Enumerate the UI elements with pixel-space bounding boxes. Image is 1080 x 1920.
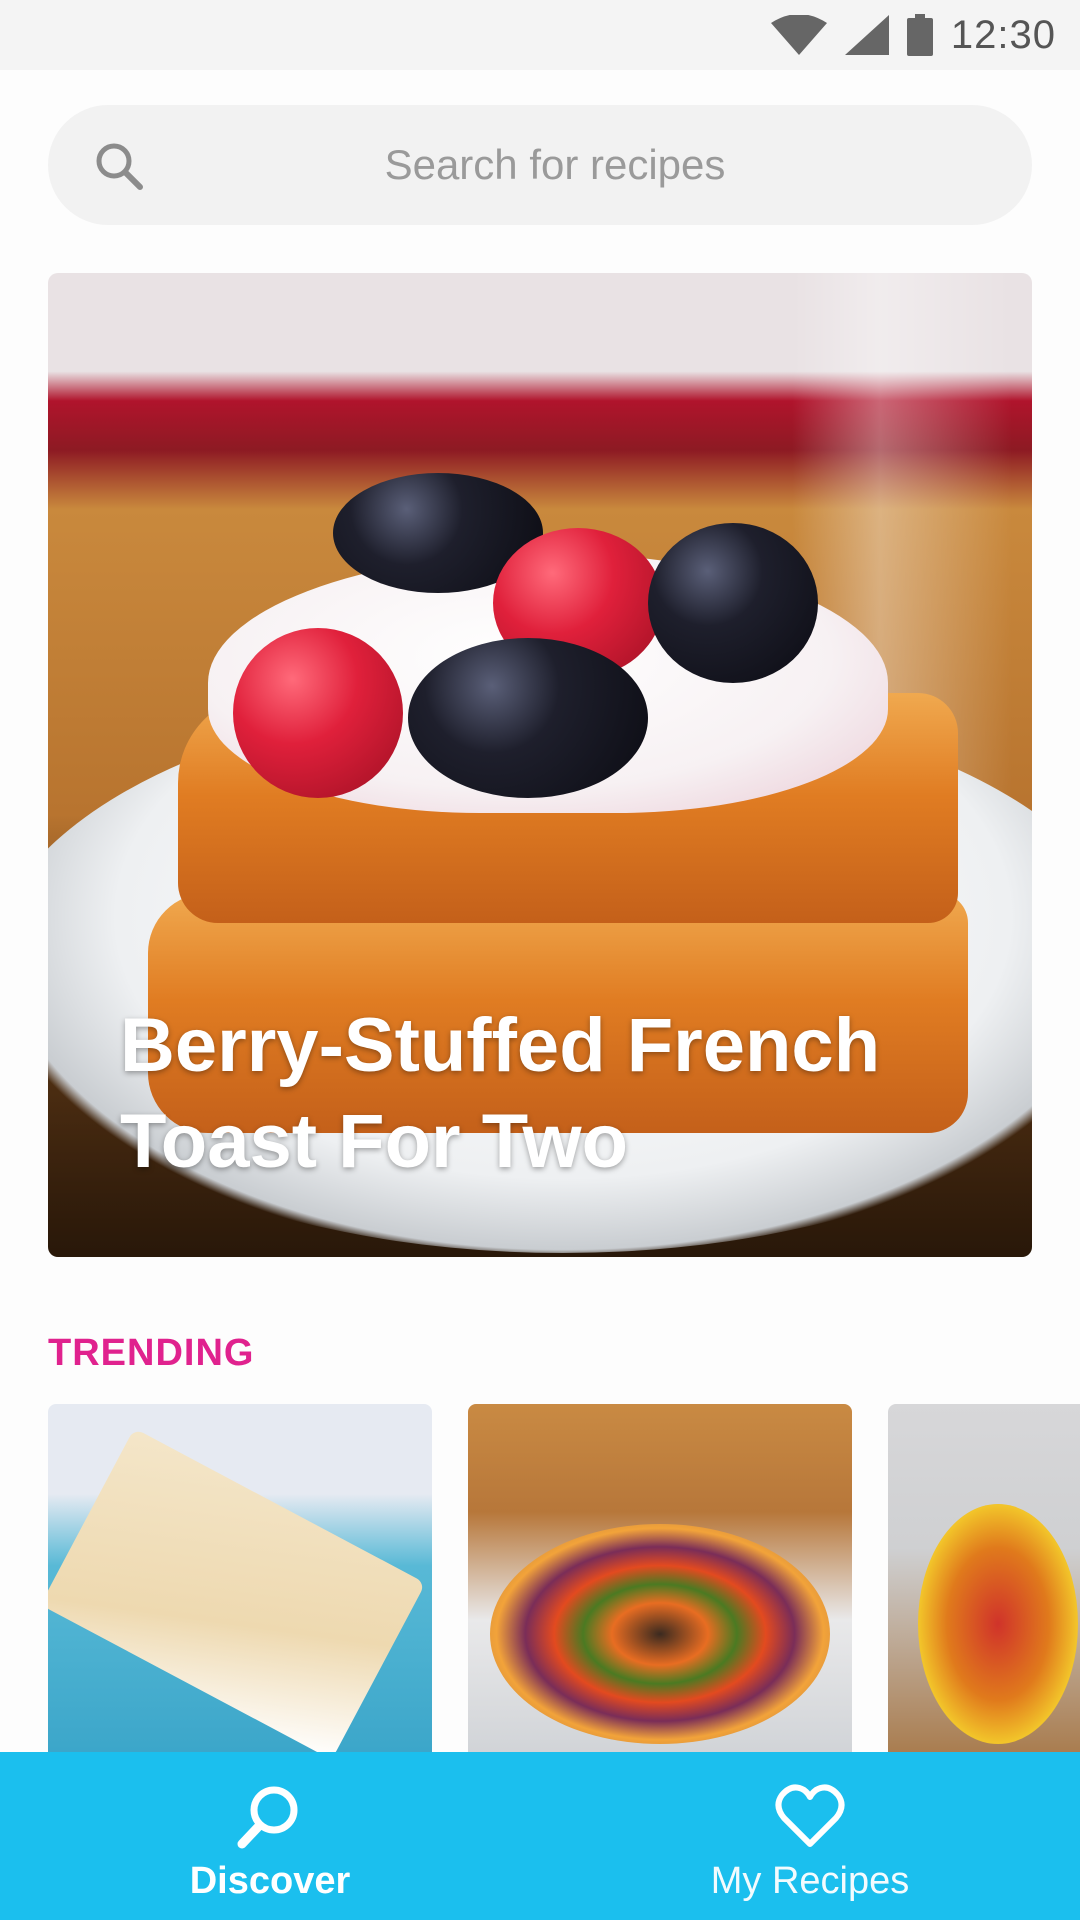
nav-discover-label: Discover — [189, 1860, 351, 1902]
blackberry-image-part — [648, 523, 818, 683]
discover-screen: 12:30 Search for recipes Berry-Stuffed F… — [0, 0, 1080, 1920]
featured-recipe-title: Berry-Stuffed French Toast For Two — [120, 1003, 881, 1184]
nav-discover[interactable]: Discover — [0, 1752, 540, 1920]
funfetti-cake-image[interactable] — [48, 1404, 432, 1764]
nav-my-recipes-label: My Recipes — [710, 1860, 910, 1902]
vegetable-tart-image[interactable] — [468, 1404, 852, 1764]
tart-image-part — [490, 1524, 830, 1744]
battery-icon — [906, 14, 933, 56]
heart-icon — [774, 1780, 846, 1852]
pineapple-boat-image[interactable] — [888, 1404, 1080, 1764]
cellular-signal-icon — [844, 15, 889, 55]
blackberry-image-part — [408, 638, 648, 798]
status-time: 12:30 — [950, 12, 1056, 57]
bottom-navigation: Discover My Recipes — [0, 1752, 1080, 1920]
trending-carousel[interactable] — [48, 1404, 1080, 1764]
search-placeholder[interactable]: Search for recipes — [48, 141, 1032, 189]
search-icon — [94, 141, 144, 191]
status-bar: 12:30 — [0, 0, 1080, 70]
featured-recipe-card[interactable]: Berry-Stuffed French Toast For Two — [48, 273, 1032, 1257]
trending-heading: TRENDING — [48, 1332, 255, 1374]
cake-slice-image-part — [48, 1428, 426, 1760]
wifi-icon — [770, 15, 827, 55]
search-icon — [234, 1780, 306, 1852]
raspberry-image-part — [233, 628, 403, 798]
nav-my-recipes[interactable]: My Recipes — [540, 1752, 1080, 1920]
search-bar[interactable]: Search for recipes — [48, 105, 1032, 225]
pineapple-image-part — [918, 1504, 1078, 1744]
